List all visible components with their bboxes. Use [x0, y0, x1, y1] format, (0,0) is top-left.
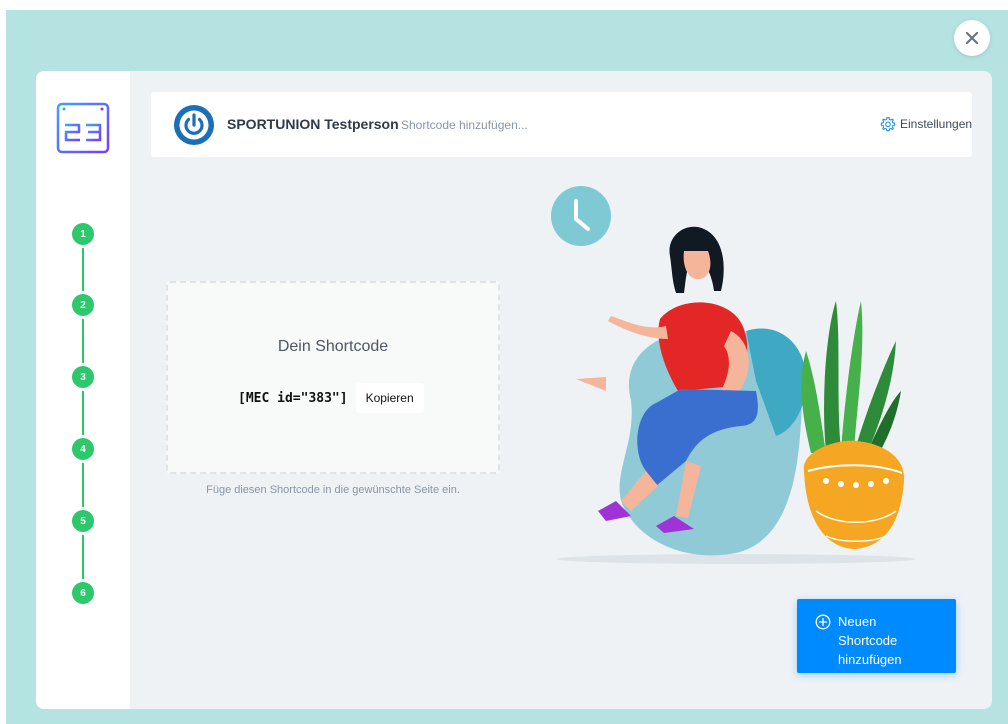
- gear-icon: [880, 117, 896, 132]
- settings-label: Einstellungen: [900, 117, 973, 131]
- plus-circle-icon: [815, 614, 831, 630]
- shortcode-box: Dein Shortcode [MEC id="383"] Kopieren: [166, 281, 500, 474]
- step-6[interactable]: 6: [72, 582, 94, 604]
- calendar-23-logo: [56, 102, 110, 154]
- close-button[interactable]: [954, 20, 990, 56]
- new-shortcode-button[interactable]: Neuen Shortcode hinzufügen: [797, 599, 956, 673]
- header-subtitle: Shortcode hinzufügen...: [401, 118, 528, 132]
- brand-name: SPORTUNION Testperson: [227, 116, 399, 132]
- close-icon: [965, 31, 979, 45]
- plant-icon: [801, 301, 905, 549]
- step-2[interactable]: 2: [72, 294, 94, 316]
- modal-header: SPORTUNION Testperson Shortcode hinzufüg…: [151, 92, 972, 157]
- shortcode-title: Dein Shortcode: [277, 338, 389, 355]
- step-connector-line: [82, 234, 84, 594]
- shortcode-code-row: [MEC id="383"] Kopieren: [238, 380, 424, 416]
- step-sidebar: 1 2 3 4 5 6: [36, 71, 130, 709]
- copy-button[interactable]: Kopieren: [355, 383, 424, 413]
- woman-relaxing-illustration: [551, 186, 916, 564]
- step-1[interactable]: 1: [72, 223, 94, 245]
- clock-icon: [551, 186, 611, 246]
- settings-link[interactable]: Einstellungen: [880, 116, 972, 132]
- power-icon: [174, 105, 214, 145]
- step-3[interactable]: 3: [72, 366, 94, 388]
- shortcode-modal: 1 2 3 4 5 6 SPORTUNION Testperson Shortc…: [36, 71, 992, 709]
- step-4[interactable]: 4: [72, 438, 94, 460]
- step-5[interactable]: 5: [72, 510, 94, 532]
- shortcode-hint: Füge diesen Shortcode in die gewünschte …: [206, 484, 460, 496]
- shortcode-code[interactable]: [MEC id="383"]: [238, 391, 348, 406]
- new-shortcode-label: Neuen Shortcode hinzufügen: [838, 614, 902, 667]
